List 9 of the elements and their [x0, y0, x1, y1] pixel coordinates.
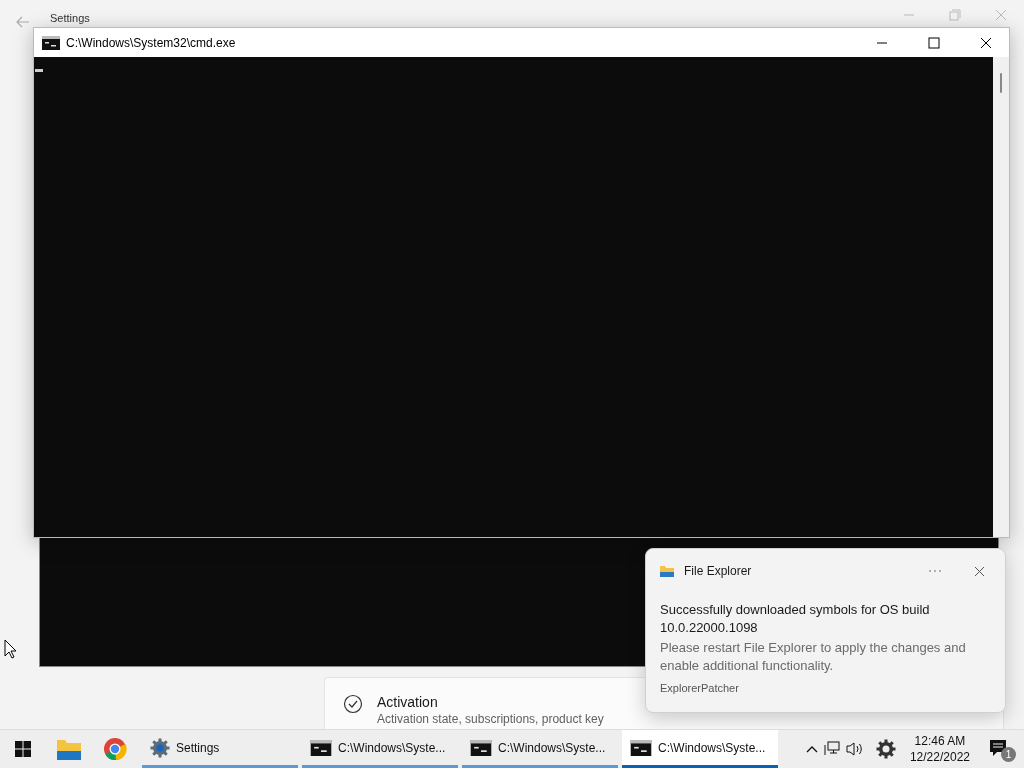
card-subtitle: Activation state, subscriptions, product key [377, 712, 604, 726]
notification-count: 1 [1001, 747, 1016, 762]
window-title: Settings [50, 12, 90, 24]
notification-body: Please restart File Explorer to apply the changes and enable additional functionality. [660, 639, 967, 675]
notification-title: Successfully downloaded symbols for OS build 10.0.22000.1098 [660, 601, 931, 637]
card-title: Activation [377, 694, 439, 710]
window-title: C:\Windows\System32\cmd.exe [66, 35, 237, 50]
notification-app-name: File Explorer [684, 564, 753, 578]
notification-source: ExplorerPatcher [660, 682, 740, 694]
